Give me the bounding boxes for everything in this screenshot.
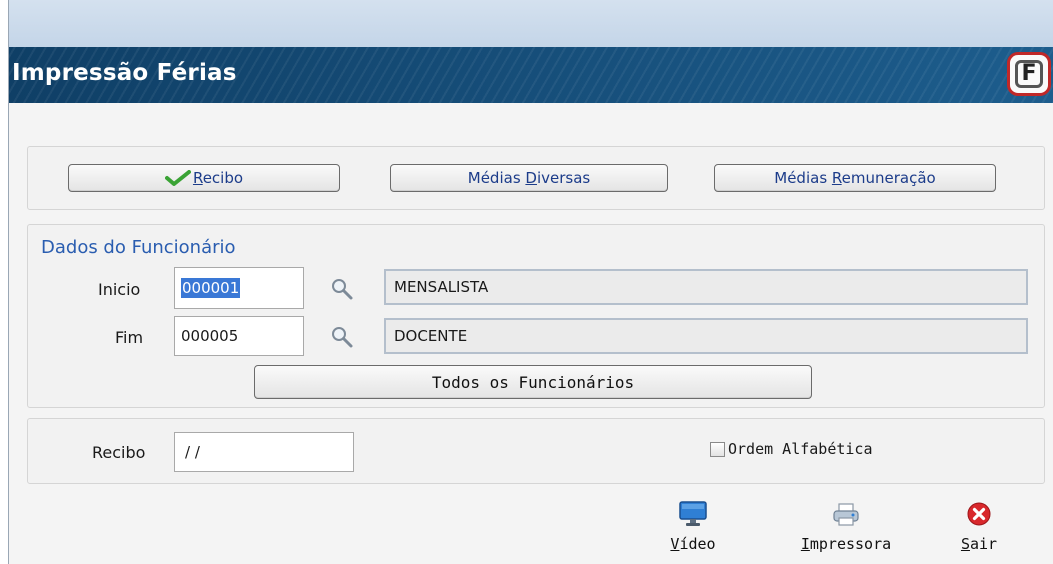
medias-remuneracao-label: Médias Remuneração <box>774 169 936 187</box>
fim-value: 000005 <box>181 327 239 345</box>
ordem-alfabetica-checkbox[interactable] <box>710 442 725 457</box>
fim-description: DOCENTE <box>384 318 1028 354</box>
medias-diversas-label: Médias Diversas <box>467 169 591 187</box>
medias-diversas-button[interactable]: Médias Diversas <box>390 164 668 192</box>
app-logo-icon: F <box>1007 52 1051 96</box>
sair-button[interactable]: Sair <box>949 500 1009 553</box>
title-bar: Impressão Férias F <box>9 47 1053 103</box>
window-title: Impressão Férias <box>12 60 237 86</box>
video-label: Vídeo <box>670 535 716 553</box>
video-button[interactable]: Vídeo <box>648 500 738 553</box>
ordem-alfabetica-label[interactable]: Ordem Alfabética <box>728 440 873 458</box>
impressora-button[interactable]: Impressora <box>796 500 896 553</box>
medias-remuneracao-button[interactable]: Médias Remuneração <box>714 164 996 192</box>
checkmark-icon <box>164 170 191 186</box>
inicio-input[interactable]: 000001 <box>174 267 304 309</box>
sair-label: Sair <box>960 535 998 553</box>
fim-label: Fim <box>115 328 144 347</box>
inicio-label: Inicio <box>98 280 141 299</box>
inicio-search-icon[interactable] <box>330 277 354 301</box>
top-strip <box>9 0 1053 47</box>
section-title: Dados do Funcionário <box>41 237 236 258</box>
report-type-panel: Recibo Médias Diversas Médias Remuneraçã… <box>27 146 1045 210</box>
close-icon <box>967 502 991 526</box>
fim-search-icon[interactable] <box>330 325 354 349</box>
recibo-date-label: Recibo <box>92 443 146 462</box>
logo-letter: F <box>1015 60 1043 88</box>
monitor-icon <box>679 501 707 526</box>
inicio-description: MENSALISTA <box>384 269 1028 305</box>
inicio-value: 000001 <box>181 278 241 298</box>
recibo-button-label: Recibo <box>192 169 244 187</box>
recibo-date-input[interactable]: / / <box>174 432 354 472</box>
printer-icon <box>833 503 859 526</box>
recibo-panel: Recibo / / Ordem Alfabética <box>27 418 1045 484</box>
fim-input[interactable]: 000005 <box>174 316 304 356</box>
recibo-button[interactable]: Recibo <box>68 164 340 192</box>
impressora-label: Impressora <box>800 535 892 553</box>
todos-funcionarios-button[interactable]: Todos os Funcionários <box>254 365 812 399</box>
recibo-date-value: / / <box>185 443 200 461</box>
funcionario-panel: Dados do Funcionário Inicio 000001 MENSA… <box>27 224 1045 408</box>
window: Impressão Férias F Recibo Médias Diversa… <box>8 0 1053 564</box>
